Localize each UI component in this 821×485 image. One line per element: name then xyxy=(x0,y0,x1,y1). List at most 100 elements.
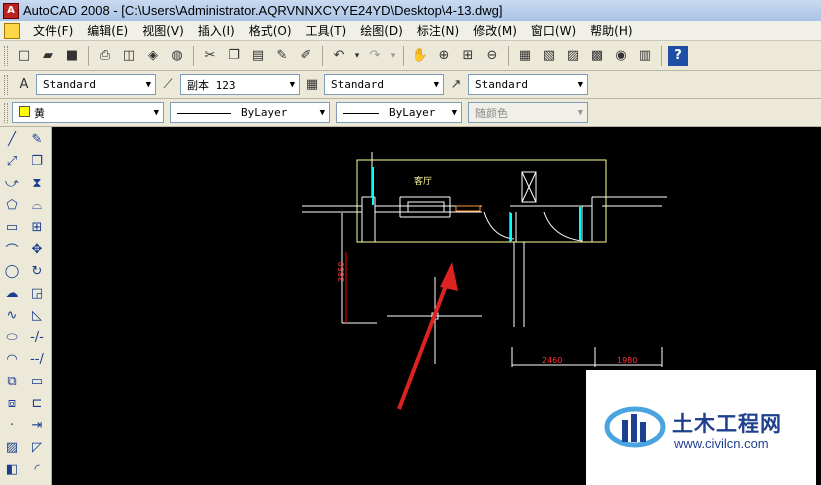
menu-bar: 文件(F) 编辑(E) 视图(V) 插入(I) 格式(O) 工具(T) 绘图(D… xyxy=(0,21,821,41)
pan-icon[interactable]: ✋ xyxy=(410,46,430,66)
open-folder-icon[interactable]: ▰ xyxy=(38,46,58,66)
copy-object-icon[interactable]: ❐ xyxy=(27,151,47,171)
toolbar-separator xyxy=(661,45,662,66)
new-file-icon[interactable]: □ xyxy=(14,46,34,66)
menu-window[interactable]: 窗口(W) xyxy=(524,22,583,39)
menu-dimension[interactable]: 标注(N) xyxy=(410,22,466,39)
trim-icon[interactable]: -/- xyxy=(27,327,47,347)
break-at-point-icon[interactable]: ▭ xyxy=(27,371,47,391)
fillet-icon[interactable]: ◜ xyxy=(27,459,47,479)
circle-icon[interactable]: ◯ xyxy=(2,261,22,281)
rectangle-icon[interactable]: ▭ xyxy=(2,217,22,237)
array-icon[interactable]: ⊞ xyxy=(27,217,47,237)
publish-web-icon[interactable]: ◍ xyxy=(167,46,187,66)
room-label: 客厅 xyxy=(414,175,432,187)
tool-palettes-icon[interactable]: ▨ xyxy=(563,46,583,66)
menu-insert[interactable]: 插入(I) xyxy=(191,22,242,39)
spline-icon[interactable]: ∿ xyxy=(2,305,22,325)
stretch-icon[interactable]: ◺ xyxy=(27,305,47,325)
rotate-icon[interactable]: ↻ xyxy=(27,261,47,281)
plot-style-select[interactable]: 随颜色 ▼ xyxy=(468,102,588,123)
watermark: 土木工程网 www.civilcn.com xyxy=(586,370,816,485)
markup-icon[interactable]: ◉ xyxy=(611,46,631,66)
polyline-icon[interactable]: ⤻ xyxy=(2,173,22,193)
erase-icon[interactable]: ✎ xyxy=(27,129,47,149)
extend-icon[interactable]: --/ xyxy=(27,349,47,369)
lineweight-value: ByLayer xyxy=(389,106,436,119)
multileader-style-icon[interactable]: ↗ xyxy=(446,75,466,95)
scale-icon[interactable]: ◲ xyxy=(27,283,47,303)
table-style-select[interactable]: Standard ▼ xyxy=(324,74,444,95)
draw-toolbar: ╱ ⤢ ⤻ ⬠ ▭ ⌒ ◯ ☁ ∿ ⬭ ◠ ⧉ ⧈ · ▨ ◧ xyxy=(1,129,23,481)
ellipse-icon[interactable]: ⬭ xyxy=(2,327,22,347)
block-editor-icon[interactable]: ✐ xyxy=(296,46,316,66)
menu-file[interactable]: 文件(F) xyxy=(26,22,80,39)
menu-view[interactable]: 视图(V) xyxy=(135,22,191,39)
construction-line-icon[interactable]: ⤢ xyxy=(2,151,22,171)
document-icon[interactable] xyxy=(4,22,20,39)
hatch-icon[interactable]: ▨ xyxy=(2,437,22,457)
redo-dropdown-icon[interactable]: ▾ xyxy=(389,46,397,66)
zoom-window-icon[interactable]: ⊞ xyxy=(458,46,478,66)
toolbar-grip[interactable] xyxy=(4,45,8,66)
lineweight-sample xyxy=(343,112,379,114)
toolbar-grip[interactable] xyxy=(4,102,8,123)
menu-tools[interactable]: 工具(T) xyxy=(299,22,354,39)
revision-cloud-icon[interactable]: ☁ xyxy=(2,283,22,303)
color-value: 黄 xyxy=(34,106,45,120)
chevron-down-icon: ▼ xyxy=(289,79,295,90)
insert-block-icon[interactable]: ⧉ xyxy=(2,371,22,391)
calculator-icon[interactable]: ▥ xyxy=(635,46,655,66)
dim-style-select[interactable]: 副本 123 ▼ xyxy=(180,74,300,95)
toolbar-separator xyxy=(403,45,404,66)
publish-icon[interactable]: ◈ xyxy=(143,46,163,66)
menu-edit[interactable]: 编辑(E) xyxy=(80,22,135,39)
cut-icon[interactable]: ✂ xyxy=(200,46,220,66)
menu-modify[interactable]: 修改(M) xyxy=(466,22,524,39)
undo-icon[interactable]: ↶ xyxy=(329,46,349,66)
cyan-posts xyxy=(372,167,581,241)
zoom-previous-icon[interactable]: ⊖ xyxy=(482,46,502,66)
gradient-icon[interactable]: ◧ xyxy=(2,459,22,479)
zoom-realtime-icon[interactable]: ⊕ xyxy=(434,46,454,66)
text-style-icon[interactable]: A xyxy=(14,75,34,95)
save-icon[interactable]: ■ xyxy=(62,46,82,66)
multileader-style-select[interactable]: Standard ▼ xyxy=(468,74,588,95)
plot-preview-icon[interactable]: ◫ xyxy=(119,46,139,66)
chevron-down-icon: ▼ xyxy=(433,79,439,90)
undo-dropdown-icon[interactable]: ▾ xyxy=(353,46,361,66)
join-icon[interactable]: ⇥ xyxy=(27,415,47,435)
copy-icon[interactable]: ❐ xyxy=(224,46,244,66)
table-style-icon[interactable]: ▦ xyxy=(302,75,322,95)
text-style-select[interactable]: Standard ▼ xyxy=(36,74,156,95)
properties-icon[interactable]: ▦ xyxy=(515,46,535,66)
ellipse-arc-icon[interactable]: ◠ xyxy=(2,349,22,369)
break-icon[interactable]: ⊏ xyxy=(27,393,47,413)
orange-fixture xyxy=(455,205,481,212)
offset-icon[interactable]: ⌓ xyxy=(27,195,47,215)
lineweight-select[interactable]: ByLayer ▼ xyxy=(336,102,462,123)
mirror-icon[interactable]: ⧗ xyxy=(27,173,47,193)
move-icon[interactable]: ✥ xyxy=(27,239,47,259)
line-icon[interactable]: ╱ xyxy=(2,129,22,149)
menu-format[interactable]: 格式(O) xyxy=(242,22,299,39)
dim-style-icon[interactable]: ⟋ xyxy=(158,75,178,95)
menu-help[interactable]: 帮助(H) xyxy=(583,22,639,39)
design-center-icon[interactable]: ▧ xyxy=(539,46,559,66)
chamfer-icon[interactable]: ◸ xyxy=(27,437,47,457)
annotation-arrow-head xyxy=(440,262,458,291)
arc-icon[interactable]: ⌒ xyxy=(2,239,22,259)
polygon-icon[interactable]: ⬠ xyxy=(2,195,22,215)
print-icon[interactable]: ⎙ xyxy=(95,46,115,66)
linetype-select[interactable]: ByLayer ▼ xyxy=(170,102,330,123)
help-icon[interactable]: ? xyxy=(668,45,688,66)
redo-icon[interactable]: ↷ xyxy=(365,46,385,66)
paste-icon[interactable]: ▤ xyxy=(248,46,268,66)
match-properties-icon[interactable]: ✎ xyxy=(272,46,292,66)
color-select[interactable]: 黄 ▼ xyxy=(12,102,164,123)
point-icon[interactable]: · xyxy=(2,415,22,435)
toolbar-grip[interactable] xyxy=(4,74,8,95)
sheet-set-icon[interactable]: ▩ xyxy=(587,46,607,66)
make-block-icon[interactable]: ⧈ xyxy=(2,393,22,413)
menu-draw[interactable]: 绘图(D) xyxy=(353,22,410,39)
